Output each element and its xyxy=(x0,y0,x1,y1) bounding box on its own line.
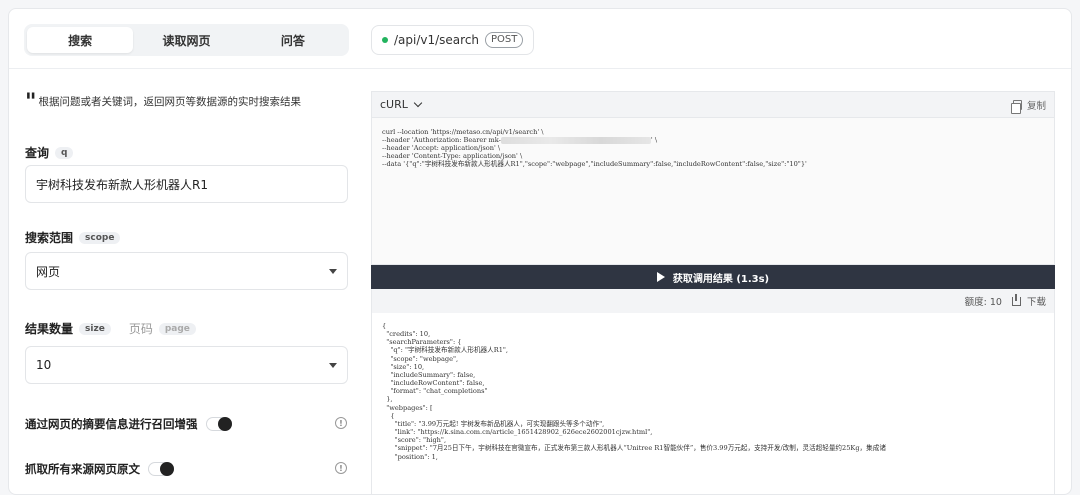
summary-toggle-label: 通过网页的摘要信息进行召回增强 xyxy=(25,417,198,431)
json-line: { xyxy=(382,322,387,330)
code-line: curl --location 'https://metaso.cn/api/v… xyxy=(382,128,544,136)
credits-label: 额度: 10 xyxy=(964,297,1002,308)
copy-label: 复制 xyxy=(1026,100,1046,112)
json-line: "q": "宇树科技发布新款人形机器人R1", xyxy=(382,346,509,355)
chevron-down-icon xyxy=(413,98,423,108)
json-line: }, xyxy=(382,395,393,404)
json-line: "format": "chat_completions" xyxy=(382,387,488,396)
play-icon xyxy=(656,272,665,282)
result-json-block: { "credits": 10, "searchParameters": { "… xyxy=(371,313,1055,494)
tab-qa[interactable]: 问答 xyxy=(240,27,346,53)
json-line: "credits": 10, xyxy=(382,330,431,339)
json-line: "includeRowContent": false, xyxy=(382,379,485,388)
scope-label: 搜索范围 xyxy=(25,231,74,245)
size-key-badge: size xyxy=(79,322,111,335)
api-playground: 搜索 读取网页 问答 /api/v1/search POST " 根据问题或者关… xyxy=(8,8,1072,495)
scope-key-badge: scope xyxy=(79,231,121,244)
info-icon[interactable]: ! xyxy=(335,417,347,429)
redacted-api-key xyxy=(500,136,651,144)
curl-code-block: curl --location 'https://metaso.cn/api/v… xyxy=(371,117,1055,265)
code-line: --header 'Content-Type: application/json… xyxy=(382,152,523,160)
raw-toggle-row: 抓取所有来源网页原文 xyxy=(25,461,174,477)
summary-toggle-row: 通过网页的摘要信息进行召回增强 xyxy=(25,416,232,432)
json-line: "title": "3.99万元起! 宇树发布新品机器人，可实现翻跟头等多个动作… xyxy=(382,419,605,428)
code-panel: cURL 复制 curl --location 'https://metaso.… xyxy=(371,91,1055,494)
size-label: 结果数量 xyxy=(25,322,74,336)
language-label: cURL xyxy=(380,98,408,111)
quote-icon: " xyxy=(25,89,37,115)
language-select[interactable]: cURL xyxy=(380,98,423,111)
scope-select[interactable]: 网页 xyxy=(25,252,348,290)
info-icon[interactable]: ! xyxy=(335,462,347,474)
size-label-row: 结果数量 size 页码 page xyxy=(25,320,196,337)
tab-search[interactable]: 搜索 xyxy=(27,27,134,53)
json-line: "webpages": [ xyxy=(382,403,433,412)
raw-toggle-label: 抓取所有来源网页原文 xyxy=(25,462,140,476)
copy-button[interactable]: 复制 xyxy=(1010,98,1046,114)
json-line: { xyxy=(382,411,395,420)
request-form: " 根据问题或者关键词，返回网页等数据源的实时搜索结果 查询 q 宇树科技发布新… xyxy=(9,70,359,494)
chevron-down-icon xyxy=(329,268,337,274)
query-input[interactable]: 宇树科技发布新款人形机器人R1 xyxy=(25,165,348,203)
json-line: "includeSummary": false, xyxy=(382,370,476,379)
query-label-row: 查询 q xyxy=(25,144,74,161)
raw-content-toggle[interactable] xyxy=(148,462,174,476)
result-header: 额度: 10 下载 xyxy=(371,289,1055,313)
scope-value: 网页 xyxy=(36,264,61,279)
status-dot-icon xyxy=(382,37,388,43)
run-request-button[interactable]: 获取调用结果 (1.3s) xyxy=(371,265,1055,289)
code-line: --header 'Accept: application/json' \ xyxy=(382,144,501,152)
tab-read-webpage[interactable]: 读取网页 xyxy=(133,27,239,53)
json-line: "snippet": "7月25日下午，宇树科技在官微宣布，正式发布第三款人形机… xyxy=(382,444,886,453)
json-line: "position": 1, xyxy=(382,452,438,461)
size-value: 10 xyxy=(36,358,52,372)
endpoint-badge: /api/v1/search POST xyxy=(371,25,535,55)
query-key-badge: q xyxy=(55,146,74,159)
query-label: 查询 xyxy=(25,146,50,160)
download-button[interactable]: 下载 xyxy=(1027,294,1046,308)
json-line: "link": "https://k.sina.com.cn/article_1… xyxy=(382,428,653,437)
endpoint-path: /api/v1/search xyxy=(394,33,480,47)
http-method-badge: POST xyxy=(485,32,524,48)
code-line: --data '{"q":"宇树科技发布新款人形机器人R1","scope":"… xyxy=(382,160,807,168)
copy-icon xyxy=(1010,99,1022,114)
code-header: cURL 复制 xyxy=(371,91,1055,117)
description-text: 根据问题或者关键词，返回网页等数据源的实时搜索结果 xyxy=(38,96,301,108)
page-label: 页码 xyxy=(128,322,153,336)
json-line: "scope": "webpage", xyxy=(382,354,459,363)
page-key-badge: page xyxy=(158,322,196,335)
scope-label-row: 搜索范围 scope xyxy=(25,229,121,246)
code-line: --header 'Authorization: Bearer mk- xyxy=(382,136,501,144)
size-select[interactable]: 10 xyxy=(25,346,348,384)
chevron-down-icon xyxy=(329,362,337,368)
description: " 根据问题或者关键词，返回网页等数据源的实时搜索结果 xyxy=(25,89,301,115)
tab-bar: 搜索 读取网页 问答 xyxy=(24,24,349,56)
code-line: ' \ xyxy=(650,136,658,144)
summary-toggle[interactable] xyxy=(205,417,232,431)
run-label: 获取调用结果 (1.3s) xyxy=(672,273,770,285)
download-icon[interactable] xyxy=(1011,293,1021,306)
json-line: "size": 10, xyxy=(382,362,425,371)
top-bar: 搜索 读取网页 问答 /api/v1/search POST xyxy=(9,9,1071,69)
